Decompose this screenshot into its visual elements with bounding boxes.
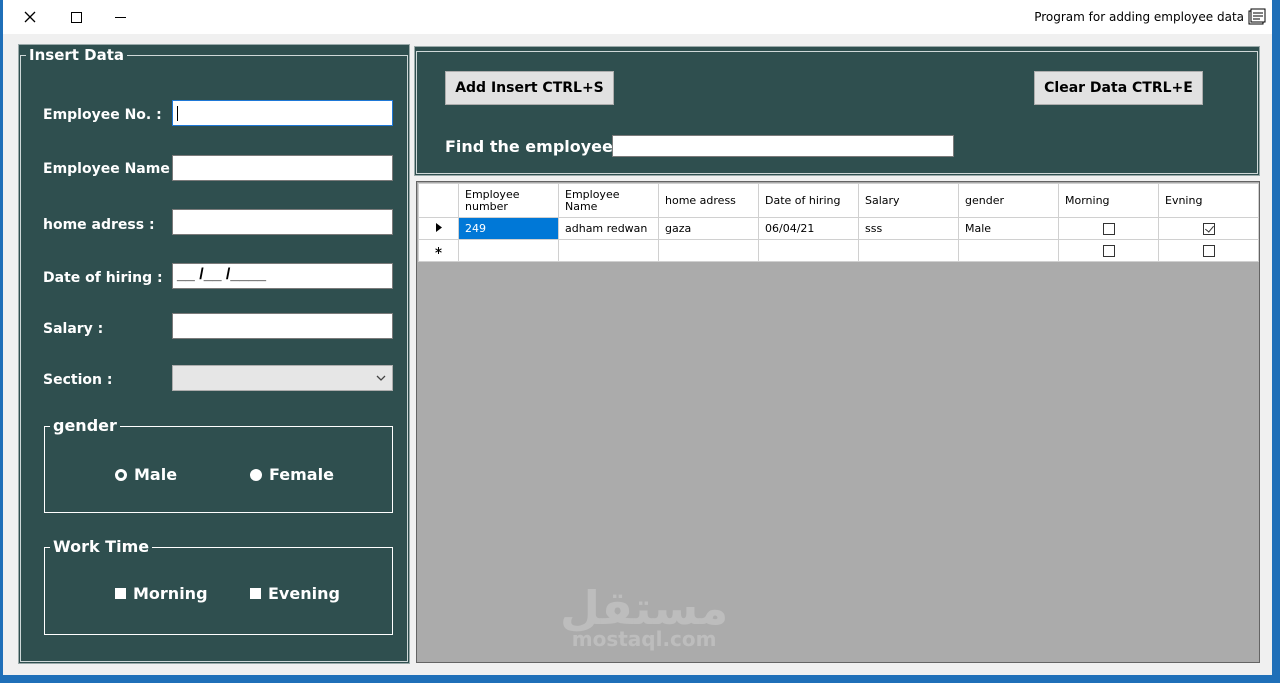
- new-row[interactable]: [418, 239, 1259, 262]
- row-header-corner[interactable]: [418, 183, 459, 218]
- gender-male-label: Male: [134, 465, 178, 484]
- employee-name-label: Employee Name :: [43, 161, 181, 177]
- find-employee-label: Find the employee :: [445, 137, 625, 156]
- checkbox-morning[interactable]: [115, 588, 126, 599]
- watermark-latin: mostaql.com: [571, 627, 717, 651]
- cell-date-of-hiring[interactable]: 06/04/21: [758, 217, 859, 240]
- column-header-date-of-hiring[interactable]: Date of hiring: [758, 183, 859, 218]
- gender-male-option[interactable]: Male: [115, 465, 177, 484]
- gender-female-label: Female: [269, 465, 334, 484]
- new-cell-home-address[interactable]: [658, 239, 759, 262]
- section-select[interactable]: [172, 365, 393, 391]
- column-header-employee-name[interactable]: Employee Name: [558, 183, 659, 218]
- radio-male[interactable]: [115, 468, 127, 481]
- table-row[interactable]: 249 adham redwan gaza 06/04/21 sss Male: [418, 217, 1259, 240]
- insert-data-legend: Insert Data: [26, 46, 128, 64]
- cell-home-address[interactable]: gaza: [658, 217, 759, 240]
- desktop-edge-left: [0, 0, 3, 683]
- checkbox-evening[interactable]: [250, 588, 261, 599]
- work-evening-label: Evening: [268, 584, 340, 603]
- gender-female-option[interactable]: Female: [250, 465, 334, 484]
- column-header-home-address[interactable]: home adress: [658, 183, 759, 218]
- new-morning-checkbox[interactable]: [1102, 245, 1115, 257]
- find-employee-input[interactable]: [612, 135, 954, 157]
- column-header-evening[interactable]: Evning: [1158, 183, 1259, 218]
- new-cell-date-of-hiring[interactable]: [758, 239, 859, 262]
- window-title: Program for adding employee data: [1034, 10, 1244, 24]
- chevron-down-icon: [376, 375, 386, 381]
- desktop-edge-right: [1272, 0, 1280, 683]
- clear-data-button[interactable]: Clear Data CTRL+E: [1034, 71, 1203, 105]
- salary-input[interactable]: [172, 313, 393, 339]
- row-selector[interactable]: [418, 217, 459, 240]
- salary-label: Salary :: [43, 321, 104, 337]
- cell-evening[interactable]: [1158, 217, 1259, 240]
- new-cell-salary[interactable]: [858, 239, 959, 262]
- close-icon: [24, 11, 36, 23]
- toolbar-panel: Add Insert CTRL+S Clear Data CTRL+E Find…: [414, 46, 1260, 176]
- employee-data-grid[interactable]: Employee number Employee Name home adres…: [416, 181, 1260, 663]
- current-row-arrow-icon: [435, 223, 442, 232]
- new-cell-gender[interactable]: [958, 239, 1059, 262]
- employee-no-label: Employee No. :: [43, 107, 162, 123]
- new-evening-checkbox[interactable]: [1202, 245, 1215, 257]
- section-label: Section :: [43, 372, 113, 388]
- hiring-date-input[interactable]: __ /__ /____: [172, 263, 393, 289]
- home-address-input[interactable]: [172, 209, 393, 235]
- cell-employee-name[interactable]: adham redwan: [558, 217, 659, 240]
- app-icon: [1248, 8, 1266, 25]
- home-address-label: home adress :: [43, 217, 155, 233]
- hiring-date-mask: __ /__ /____: [177, 266, 266, 283]
- work-time-group-frame: [44, 547, 393, 635]
- column-header-employee-number[interactable]: Employee number: [458, 183, 559, 218]
- text-caret: [177, 106, 178, 121]
- radio-female[interactable]: [250, 468, 262, 481]
- cell-gender[interactable]: Male: [958, 217, 1059, 240]
- column-header-salary[interactable]: Salary: [858, 183, 959, 218]
- insert-data-panel: Insert Data Employee No. : Employee Name…: [18, 44, 410, 664]
- work-morning-label: Morning: [133, 584, 208, 603]
- gender-legend: gender: [50, 416, 120, 435]
- work-evening-option[interactable]: Evening: [250, 584, 340, 603]
- cell-employee-number[interactable]: 249: [458, 217, 559, 240]
- new-cell-morning[interactable]: [1058, 239, 1159, 262]
- new-cell-employee-name[interactable]: [558, 239, 659, 262]
- work-time-legend: Work Time: [50, 537, 153, 556]
- table-header-row: Employee number Employee Name home adres…: [418, 183, 1259, 218]
- add-insert-button[interactable]: Add Insert CTRL+S: [445, 71, 614, 105]
- work-morning-option[interactable]: Morning: [115, 584, 208, 603]
- employee-no-input[interactable]: [172, 100, 393, 126]
- close-button[interactable]: [13, 4, 47, 30]
- employee-name-input[interactable]: [172, 155, 393, 181]
- new-cell-evening[interactable]: [1158, 239, 1259, 262]
- watermark-arabic: مستقل: [560, 581, 729, 635]
- gender-group-frame: [44, 426, 393, 513]
- maximize-icon: [70, 11, 82, 23]
- column-header-morning[interactable]: Morning: [1058, 183, 1159, 218]
- minimize-button[interactable]: [103, 4, 137, 30]
- evening-checkbox[interactable]: [1202, 223, 1215, 235]
- new-row-selector[interactable]: [418, 239, 459, 262]
- watermark: مستقل mostaql.com: [560, 585, 728, 651]
- cell-salary[interactable]: sss: [858, 217, 959, 240]
- hiring-date-label: Date of hiring :: [43, 270, 163, 286]
- column-header-gender[interactable]: gender: [958, 183, 1059, 218]
- minimize-icon: [114, 16, 126, 18]
- title-bar: Program for adding employee data: [3, 0, 1272, 34]
- maximize-button[interactable]: [59, 4, 93, 30]
- new-cell-employee-number[interactable]: [458, 239, 559, 262]
- cell-morning[interactable]: [1058, 217, 1159, 240]
- morning-checkbox[interactable]: [1102, 223, 1115, 235]
- new-row-asterisk-icon: [435, 247, 442, 254]
- desktop-edge-bottom: [0, 675, 1280, 683]
- employee-table: Employee number Employee Name home adres…: [418, 183, 1259, 262]
